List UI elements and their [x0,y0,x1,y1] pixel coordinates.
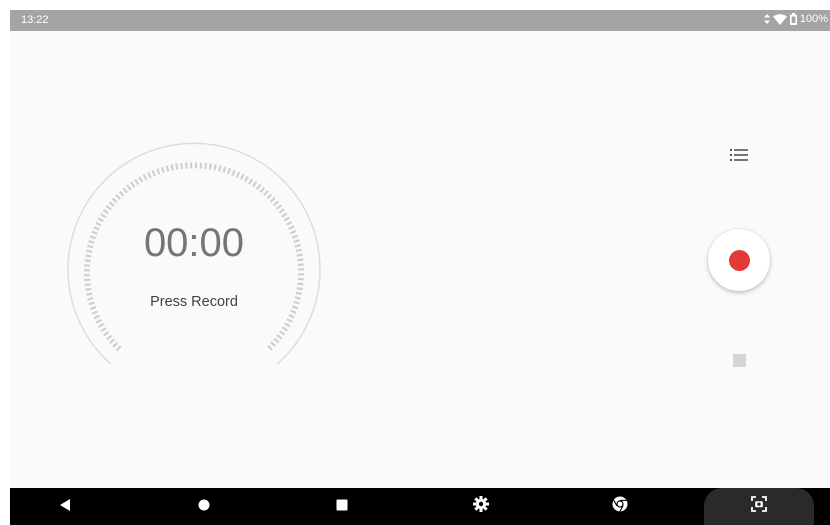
screenshot-icon [751,496,767,517]
list-icon [730,148,748,167]
settings-icon [473,496,489,517]
navigation-bar [10,488,830,525]
recents-button[interactable] [325,488,359,525]
screen: 13:22 100% 00:00 Press Record [0,0,830,525]
recorder-app: 00:00 Press Record [10,31,830,488]
home-icon [198,498,210,516]
home-button[interactable] [187,488,221,525]
settings-button[interactable] [464,488,498,525]
timer-display: 00:00 [143,221,245,265]
status-time: 13:22 [21,14,49,26]
status-bar: 13:22 100% [10,10,830,31]
record-icon [728,249,750,271]
battery-level: 100% [799,13,828,25]
data-arrows-icon [763,14,770,24]
battery-icon [789,13,797,25]
recordings-list-button[interactable] [724,145,754,169]
press-record-hint: Press Record [150,294,238,310]
back-icon [60,498,70,516]
wifi-icon [772,13,787,25]
screenshot-button[interactable] [704,488,814,525]
stop-icon [732,353,746,367]
stop-button[interactable] [726,347,752,373]
status-icons: 100% [763,13,828,25]
chrome-button[interactable] [603,488,637,525]
back-button[interactable] [48,488,82,525]
recents-icon [336,498,348,516]
chrome-icon [612,496,628,517]
record-button[interactable] [708,229,770,291]
